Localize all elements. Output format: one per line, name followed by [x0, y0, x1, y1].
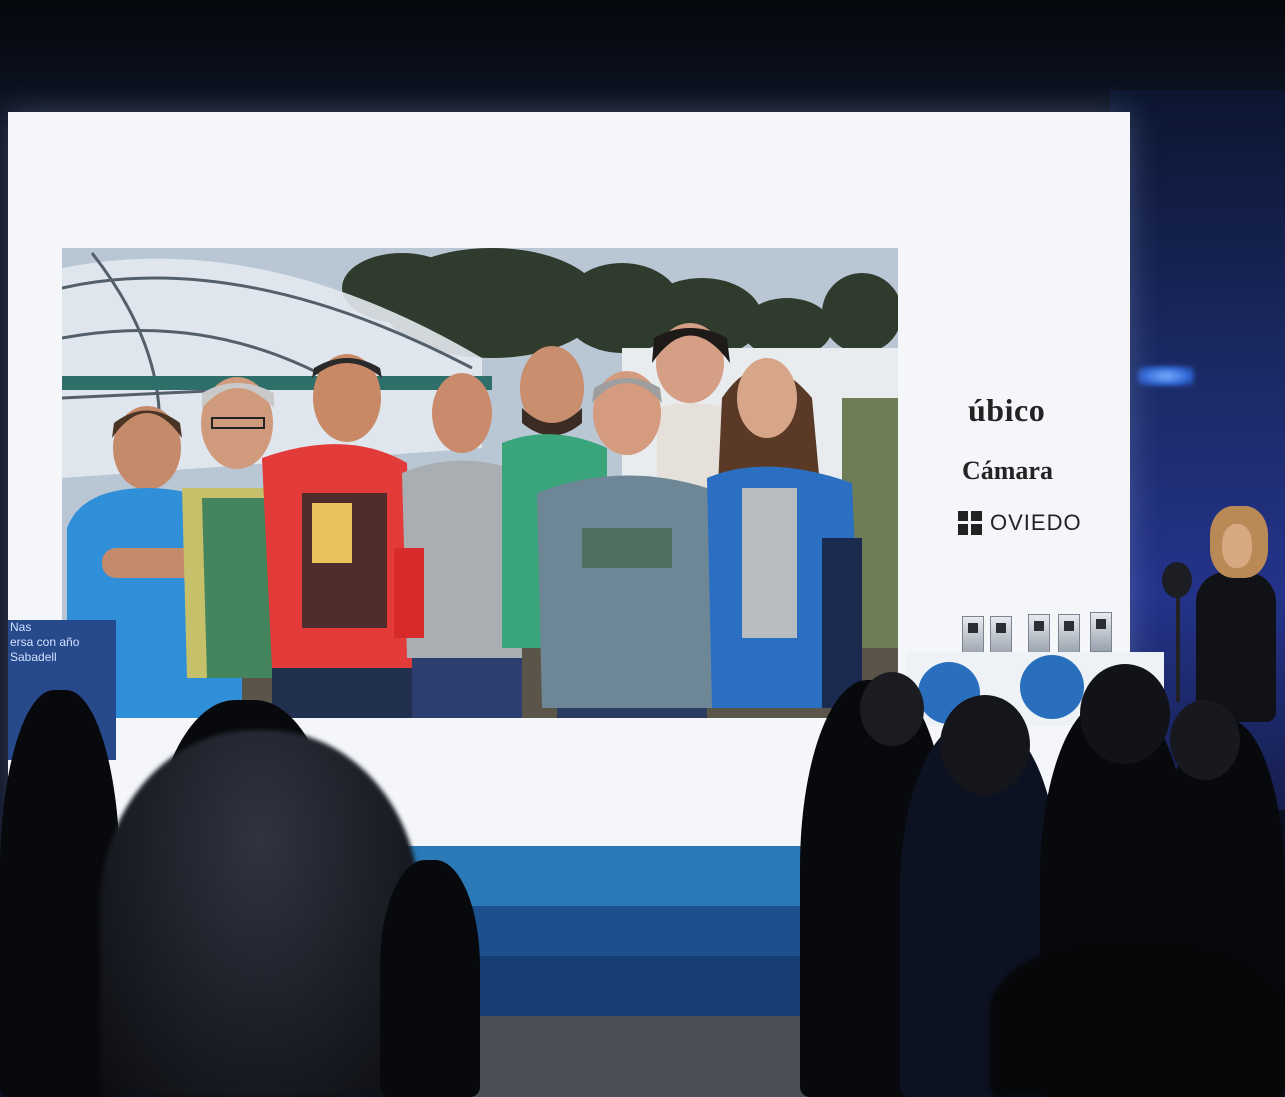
audience-head [860, 672, 924, 746]
audience-head [940, 695, 1030, 795]
stage-light [1138, 366, 1194, 386]
left-banner-line: Sabadell [10, 650, 57, 664]
floor [440, 1016, 820, 1097]
audience-head [1170, 700, 1240, 780]
group-photo [62, 248, 898, 718]
trophy-icon [1028, 614, 1050, 654]
trophy-icon [1058, 614, 1080, 654]
trophy-icon [962, 616, 984, 656]
ceiling [0, 0, 1285, 120]
ubico-logo: úbico [968, 392, 1046, 428]
trophy-icon [990, 616, 1012, 656]
camara-logo: Cámara [962, 456, 1053, 485]
trophy-icon [1090, 612, 1112, 652]
presenter-face [1222, 524, 1252, 568]
audience-member-foreground [990, 940, 1285, 1097]
left-banner-line: Nas [10, 620, 32, 634]
podium-dot [1020, 655, 1084, 719]
audience-member-foreground [100, 730, 420, 1097]
audience-head [1080, 664, 1170, 764]
audience-member [380, 860, 480, 1097]
microphone-icon [1162, 562, 1192, 598]
oviedo-logo: OVIEDO [958, 510, 1082, 536]
group-photo-illustration [62, 248, 898, 718]
oviedo-logo-icon [958, 511, 982, 535]
oviedo-logo-text: OVIEDO [990, 510, 1082, 535]
left-banner-line: ersa con año [10, 635, 80, 649]
stage-step-low [440, 956, 800, 1016]
